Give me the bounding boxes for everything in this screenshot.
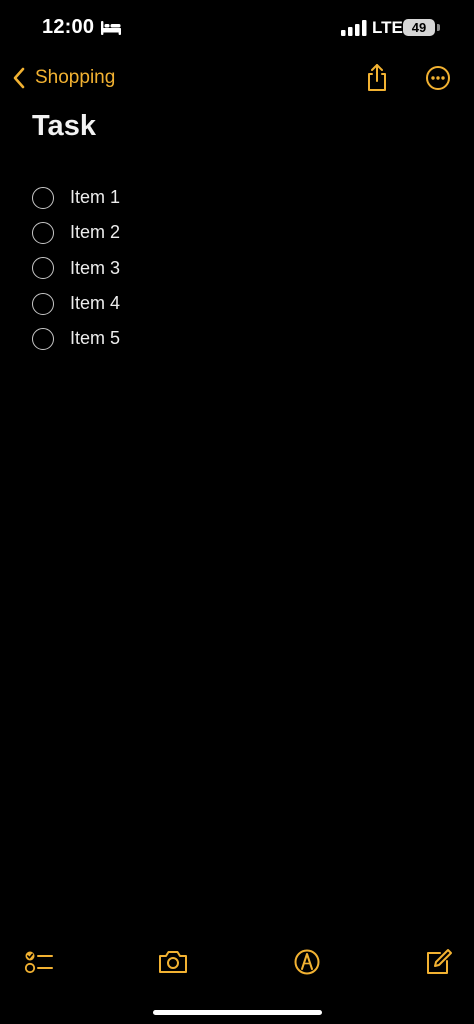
checkbox-circle[interactable]: [32, 221, 54, 244]
checklist-item[interactable]: Item 3: [32, 251, 452, 286]
bed-icon: [101, 21, 121, 35]
battery-tip: [437, 24, 440, 31]
checklist-item-label[interactable]: Item 5: [70, 328, 120, 349]
chevron-left-icon: [13, 67, 25, 89]
compose-button[interactable]: [420, 944, 456, 980]
checklist-button[interactable]: [20, 944, 56, 980]
checklist-item[interactable]: Item 2: [32, 215, 452, 250]
markup-pen-icon: [294, 949, 320, 975]
checkbox-circle[interactable]: [32, 292, 54, 315]
back-button[interactable]: Shopping: [12, 62, 115, 94]
network-type-label: LTE: [372, 18, 403, 37]
checkbox-circle[interactable]: [32, 257, 54, 280]
battery-level: 49: [411, 20, 427, 35]
share-icon: [368, 64, 386, 91]
checklist-item-label[interactable]: Item 4: [70, 293, 120, 314]
battery-icon: 49: [403, 19, 435, 36]
checklist-item-label[interactable]: Item 3: [70, 258, 120, 279]
checkbox-circle[interactable]: [32, 327, 54, 350]
camera-icon: [159, 951, 187, 973]
compose-icon: [427, 949, 452, 974]
note-title[interactable]: Task: [32, 110, 96, 143]
back-label: Shopping: [35, 67, 116, 88]
checklist-item[interactable]: Item 5: [32, 321, 452, 356]
camera-button[interactable]: [155, 944, 191, 980]
checklist-item[interactable]: Item 4: [32, 286, 452, 321]
checklist: Item 1 Item 2 Item 3 Item 4 Item 5: [32, 180, 452, 356]
checklist-item[interactable]: Item 1: [32, 180, 452, 215]
more-options-button[interactable]: [420, 60, 456, 96]
share-button[interactable]: [359, 60, 395, 96]
navigation-bar: Shopping: [0, 56, 474, 100]
checklist-icon: [24, 951, 53, 974]
checklist-item-label[interactable]: Item 1: [70, 187, 120, 208]
checkbox-circle[interactable]: [32, 186, 54, 209]
status-bar: 12:00 LTE 49: [0, 0, 474, 56]
checklist-item-label[interactable]: Item 2: [70, 222, 120, 243]
more-ellipsis-icon: [426, 66, 450, 90]
markup-button[interactable]: [289, 944, 325, 980]
status-time: 12:00: [42, 16, 95, 38]
home-indicator[interactable]: [153, 1010, 322, 1015]
cellular-signal-icon: [341, 20, 367, 36]
bottom-toolbar: [0, 940, 474, 986]
